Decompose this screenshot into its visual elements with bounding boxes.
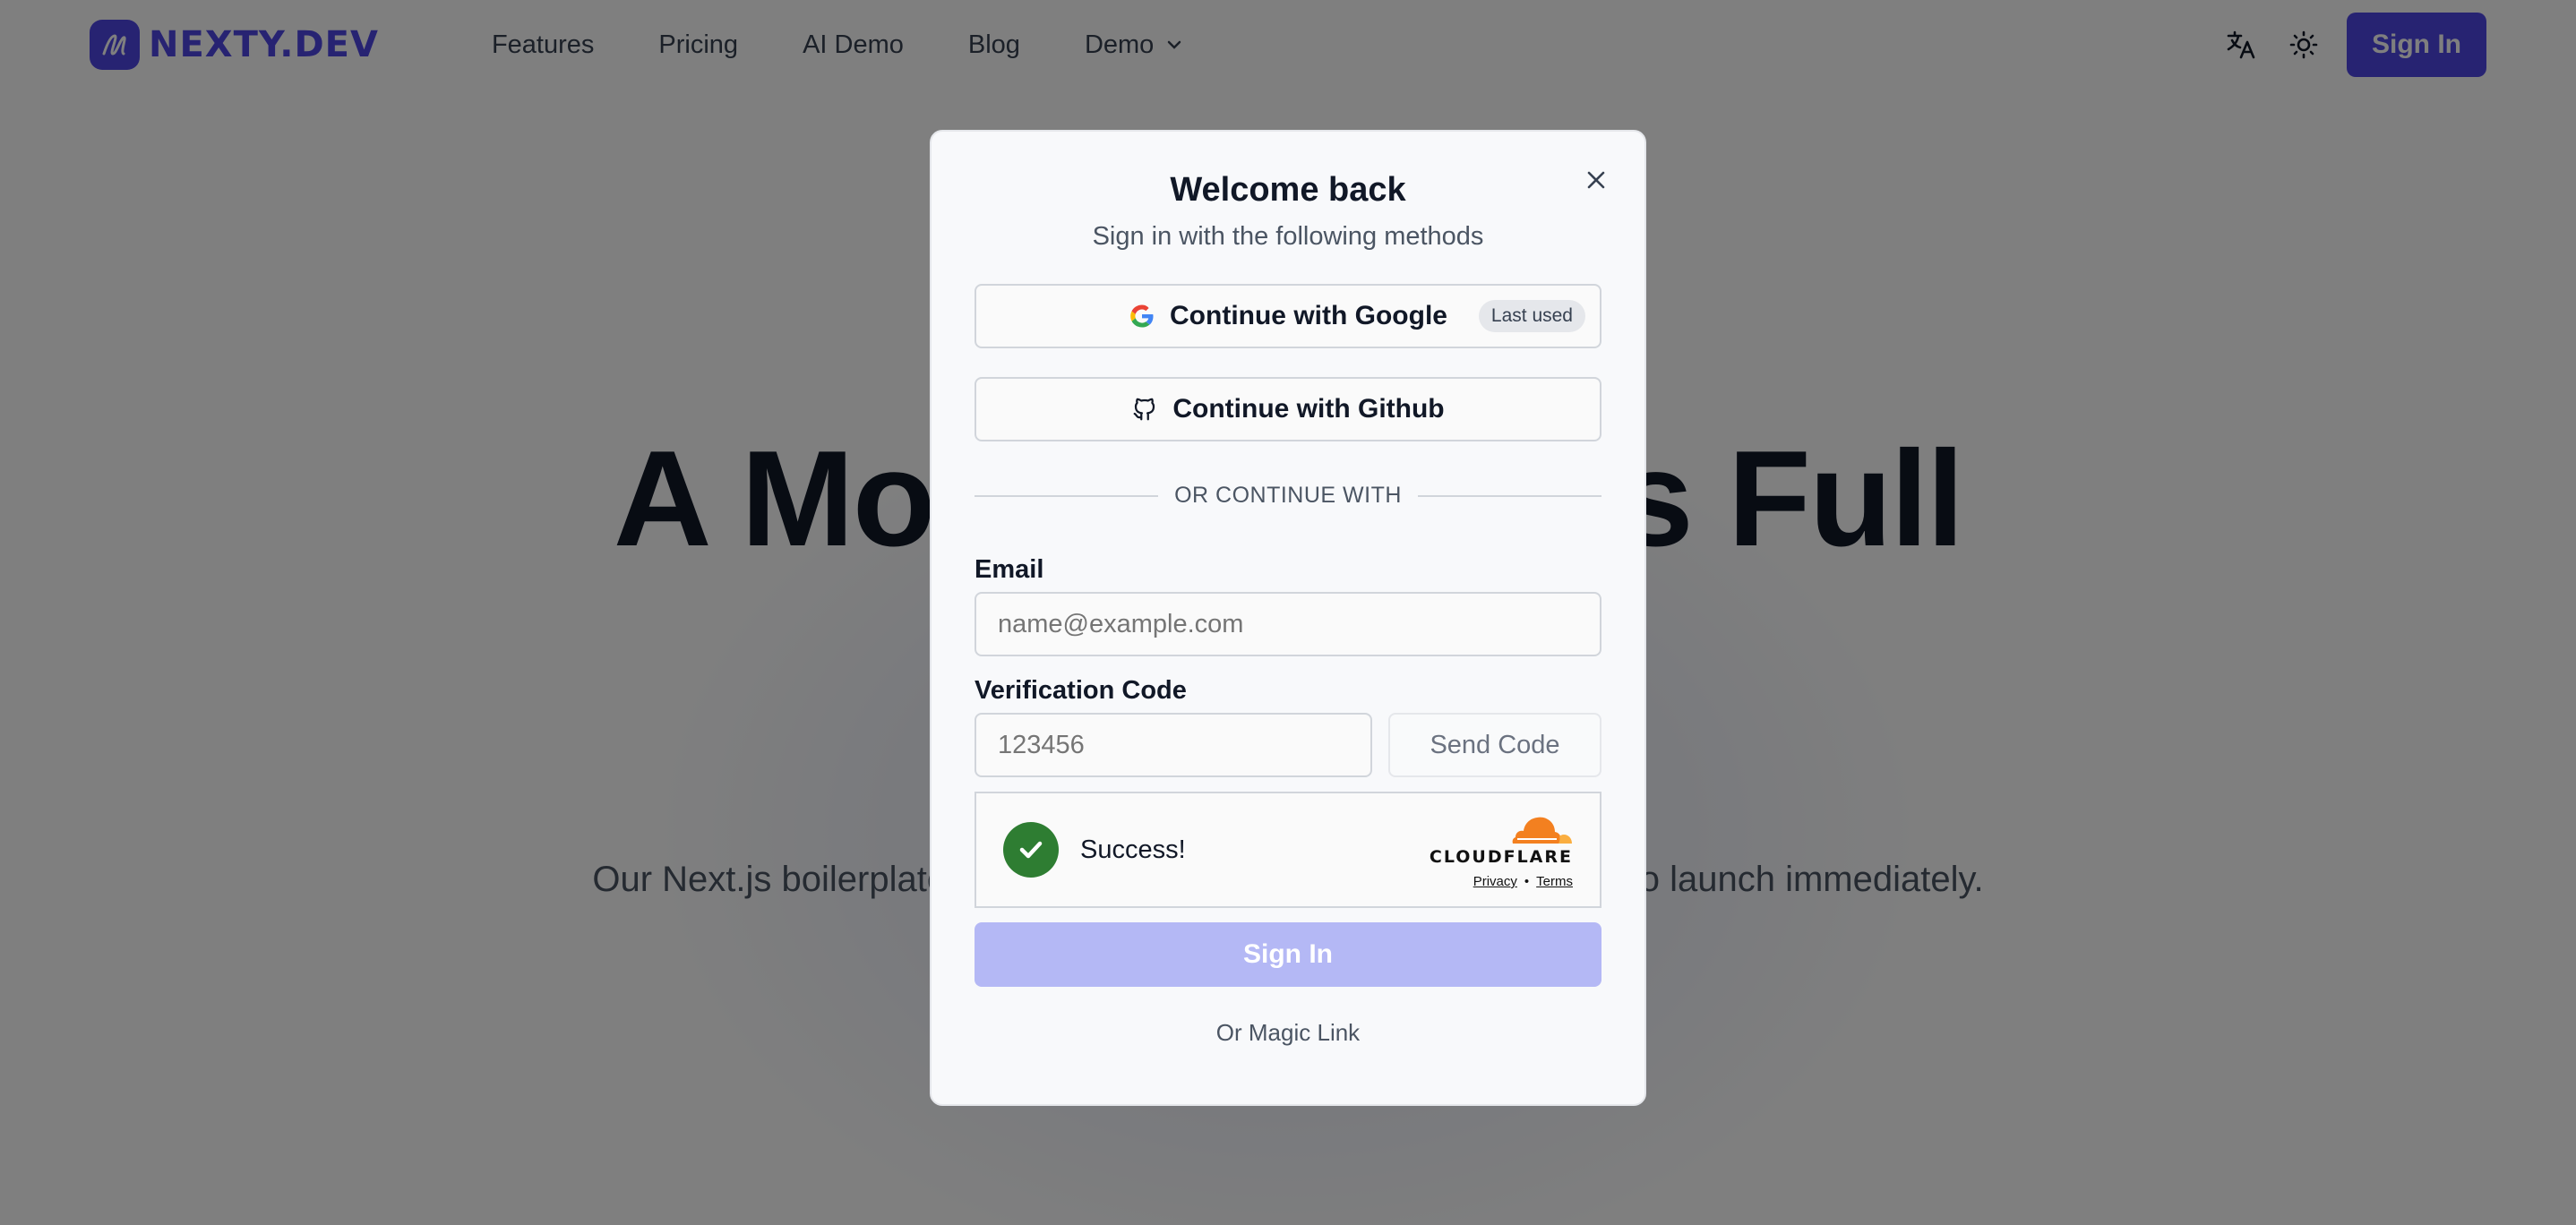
google-icon — [1130, 304, 1154, 328]
google-signin-label: Continue with Google — [1170, 301, 1447, 330]
signin-dialog: Welcome back Sign in with the following … — [930, 130, 1646, 1106]
last-used-badge: Last used — [1478, 300, 1585, 332]
turnstile-widget[interactable]: Success! CLOUDFLARE Privacy • Terms — [975, 792, 1601, 908]
dialog-subtitle: Sign in with the following methods — [1092, 222, 1484, 251]
email-label: Email — [975, 555, 1044, 584]
dialog-title: Welcome back — [1170, 171, 1406, 209]
google-signin-button[interactable]: Continue with Google Last used — [975, 284, 1601, 348]
divider-line — [1417, 494, 1602, 497]
terms-link[interactable]: Terms — [1536, 874, 1573, 889]
magic-link-button[interactable]: Or Magic Link — [975, 1019, 1601, 1047]
privacy-link[interactable]: Privacy — [1473, 874, 1517, 889]
divider-text: OR CONTINUE WITH — [1174, 483, 1402, 508]
link-separator: • — [1524, 874, 1530, 889]
divider-line — [975, 494, 1159, 497]
send-code-button[interactable]: Send Code — [1388, 713, 1601, 777]
cloudflare-links: Privacy • Terms — [1473, 874, 1573, 889]
github-signin-label: Continue with Github — [1172, 394, 1445, 424]
github-signin-button[interactable]: Continue with Github — [975, 377, 1601, 441]
verification-code-row: Send Code — [975, 713, 1601, 777]
close-icon[interactable] — [1580, 164, 1612, 196]
or-divider: OR CONTINUE WITH — [975, 483, 1602, 509]
cloudflare-cloud-icon — [1512, 817, 1572, 844]
cloudflare-wordmark: CLOUDFLARE — [1429, 847, 1573, 867]
check-circle-icon — [1003, 822, 1059, 878]
verification-code-label: Verification Code — [975, 676, 1187, 705]
captcha-status: Success! — [1080, 835, 1186, 864]
signin-submit-button[interactable]: Sign In — [975, 922, 1601, 987]
email-input[interactable] — [975, 592, 1601, 656]
cloudflare-branding: CLOUDFLARE Privacy • Terms — [1430, 813, 1573, 889]
github-icon — [1133, 398, 1155, 421]
verification-code-input[interactable] — [975, 713, 1372, 777]
